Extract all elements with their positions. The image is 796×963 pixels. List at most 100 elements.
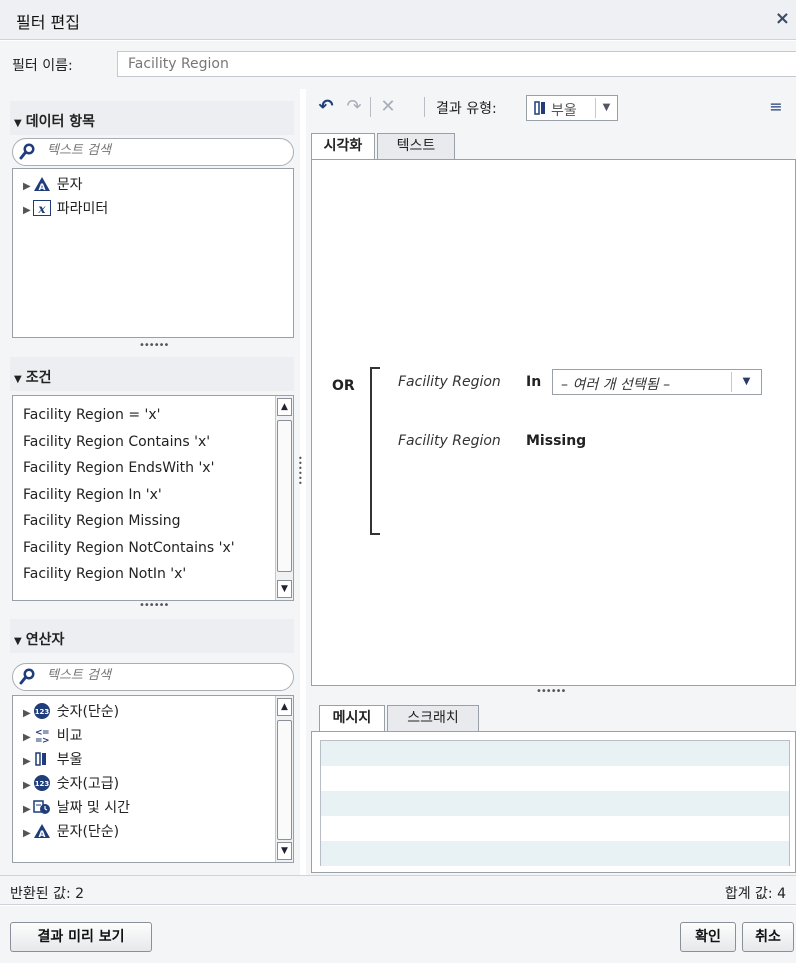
condition-item[interactable]: Facility Region = 'x' <box>13 402 293 429</box>
ok-button[interactable]: 확인 <box>680 922 736 952</box>
splitter-grip[interactable]: • • • • • • <box>298 455 304 488</box>
tree-item-character[interactable]: ▶ A 문자 <box>13 173 293 197</box>
expand-icon[interactable]: ▶ <box>23 205 31 216</box>
datetime-icon <box>32 800 50 814</box>
boolean-icon <box>534 101 545 115</box>
chevron-down-icon[interactable]: ▼ <box>595 98 617 118</box>
condition-item[interactable]: Facility Region NotIn 'x' <box>13 561 293 588</box>
filter-name-input[interactable] <box>117 51 796 77</box>
collapse-icon: ▼ <box>14 374 22 385</box>
operator-group-numeric-simple[interactable]: ▶ 123 숫자(단순) <box>13 700 293 724</box>
delete-icon[interactable]: ✕ <box>376 95 400 119</box>
conditions-scrollbar[interactable]: ▲ ▼ <box>275 396 293 600</box>
message-row <box>321 741 789 766</box>
data-items-search[interactable] <box>12 138 294 166</box>
expand-icon[interactable]: ▶ <box>23 828 31 839</box>
scroll-down-icon[interactable]: ▼ <box>277 842 292 860</box>
tree-item-parameter[interactable]: ▶ x 파라미터 <box>13 197 293 221</box>
data-items-search-input[interactable] <box>47 143 277 158</box>
operator-group-comparison[interactable]: ▶ < = = > 비교 <box>13 724 293 748</box>
operators-header[interactable]: ▼ 연산자 <box>10 619 294 653</box>
data-items-header[interactable]: ▼ 데이터 항목 <box>10 101 294 135</box>
search-icon <box>19 668 35 685</box>
undo-icon[interactable]: ↶ <box>314 95 338 119</box>
condition-item[interactable]: Facility Region Missing <box>13 508 293 535</box>
scroll-down-icon[interactable]: ▼ <box>277 580 292 598</box>
status-bar: 반환된 값: 2 합계 값: 4 <box>0 875 796 905</box>
expression-value-select[interactable]: – 여러 개 선택됨 – ▼ <box>552 369 762 395</box>
expand-icon[interactable]: ▶ <box>23 780 31 791</box>
operator-group-datetime[interactable]: ▶ 날짜 및 시간 <box>13 796 293 820</box>
boolean-icon <box>34 752 46 766</box>
expression-field[interactable]: Facility Region <box>398 433 501 449</box>
data-items-title: 데이터 항목 <box>25 114 95 130</box>
resize-grip[interactable]: •••••• <box>536 686 566 697</box>
operators-search-input[interactable] <box>47 668 277 683</box>
condition-item[interactable]: Facility Region NotContains 'x' <box>13 535 293 562</box>
toolbar-divider <box>370 97 371 117</box>
dialog-footer: 결과 미리 보기 확인 취소 <box>0 906 796 963</box>
comparison-icon: < == > <box>35 728 50 743</box>
result-type-select[interactable]: 부울 ▼ <box>526 95 618 121</box>
messages-list <box>320 740 790 866</box>
returned-count: 반환된 값: 2 <box>10 886 85 902</box>
character-icon: A <box>33 824 50 839</box>
condition-item[interactable]: Facility Region In 'x' <box>13 482 293 509</box>
conditions-header[interactable]: ▼ 조건 <box>10 357 294 391</box>
scroll-thumb[interactable] <box>277 420 292 572</box>
tree-item-label: 문자 <box>56 177 83 193</box>
total-count: 합계 값: 4 <box>724 886 786 902</box>
redo-icon[interactable]: ↷ <box>342 95 366 119</box>
filter-name-row: 필터 이름: <box>0 41 796 89</box>
left-column: ▼데이터 항목 ▶A문자 ▶x파라미터 •••••• ▼조건 Facility … <box>0 89 300 875</box>
data-items-list: ▶ A 문자 ▶ x 파라미터 <box>12 168 294 338</box>
operators-search[interactable] <box>12 663 294 691</box>
character-icon: A <box>33 177 50 192</box>
tab-text[interactable]: 텍스트 <box>377 133 455 159</box>
expand-icon[interactable]: ▶ <box>23 708 31 719</box>
collapse-icon: ▼ <box>14 636 22 647</box>
operators-list: ▶ 123 숫자(단순) ▶ < = = > 비교 ▶ 부울 ▶ 123 숫자(고급) ▶ 날짜 및 … <box>12 695 294 863</box>
svg-text:>: > <box>42 736 50 743</box>
tab-scratch[interactable]: 스크래치 <box>387 705 479 731</box>
svg-text:A: A <box>38 183 45 192</box>
expand-icon[interactable]: ▶ <box>23 804 31 815</box>
chevron-down-icon[interactable]: ▼ <box>731 372 761 392</box>
toolbar-divider <box>424 97 425 117</box>
resize-grip[interactable]: •••••• <box>139 340 169 351</box>
scroll-up-icon[interactable]: ▲ <box>277 698 292 716</box>
message-row <box>321 791 789 816</box>
or-operator-label[interactable]: OR <box>332 378 355 394</box>
right-column: ↶ ↷ ✕ 결과 유형: 부울 ▼ ≡ 시각화 텍스트 OR Facility … <box>306 89 796 875</box>
operators-scrollbar[interactable]: ▲ ▼ <box>275 696 293 862</box>
or-bracket <box>370 367 380 535</box>
tab-visual[interactable]: 시각화 <box>311 133 375 160</box>
expand-icon[interactable]: ▶ <box>23 181 31 192</box>
operators-title: 연산자 <box>25 632 65 648</box>
condition-item[interactable]: Facility Region EndsWith 'x' <box>13 455 293 482</box>
expression-field[interactable]: Facility Region <box>398 374 501 390</box>
resize-grip[interactable]: •••••• <box>139 600 169 611</box>
expression-value: – 여러 개 선택됨 – <box>561 377 671 393</box>
cancel-button[interactable]: 취소 <box>742 922 794 952</box>
scroll-up-icon[interactable]: ▲ <box>277 398 292 416</box>
expand-icon[interactable]: ▶ <box>23 732 31 743</box>
scroll-thumb[interactable] <box>277 720 292 840</box>
numeric-icon: 123 <box>33 775 50 791</box>
message-row <box>321 816 789 841</box>
expand-icon[interactable]: ▶ <box>23 756 31 767</box>
preview-results-button[interactable]: 결과 미리 보기 <box>10 922 152 952</box>
operator-group-character-simple[interactable]: ▶ A 문자(단순) <box>13 820 293 844</box>
overflow-menu-icon[interactable]: ≡ <box>764 95 788 119</box>
close-icon[interactable]: × <box>775 8 790 29</box>
expression-operator[interactable]: Missing <box>526 433 586 449</box>
tree-item-label: 파라미터 <box>56 201 109 217</box>
operator-group-label: 날짜 및 시간 <box>56 800 131 816</box>
operator-group-numeric-advanced[interactable]: ▶ 123 숫자(고급) <box>13 772 293 796</box>
expression-operator[interactable]: In <box>526 374 541 390</box>
conditions-title: 조건 <box>25 370 52 386</box>
operator-group-boolean[interactable]: ▶ 부울 <box>13 748 293 772</box>
messages-panel <box>311 731 796 873</box>
condition-item[interactable]: Facility Region Contains 'x' <box>13 429 293 456</box>
tab-messages[interactable]: 메시지 <box>319 705 385 732</box>
